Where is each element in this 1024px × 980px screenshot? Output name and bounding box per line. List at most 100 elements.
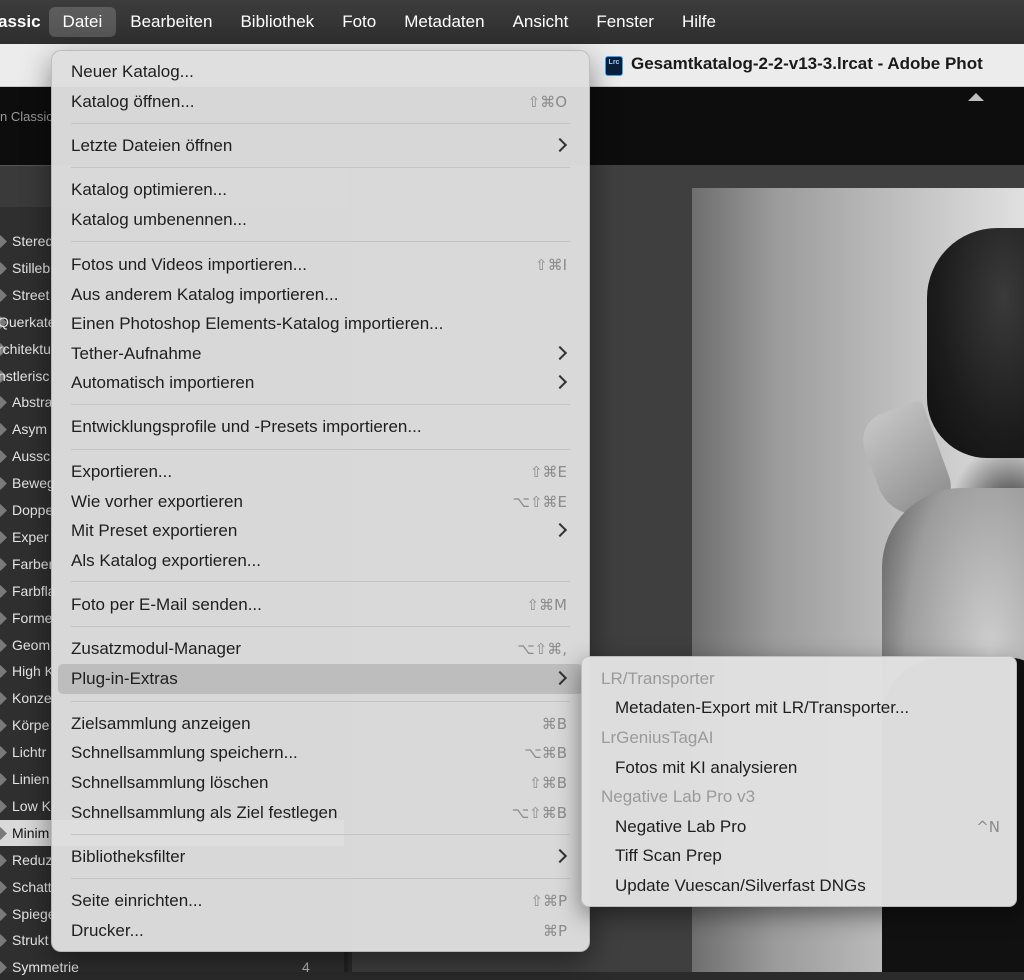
- menu-item-label: Entwicklungsprofile und -Presets importi…: [71, 417, 422, 436]
- menu-item-label: Schnellsammlung löschen: [71, 773, 269, 792]
- menu-item-seite-einrichten[interactable]: Seite einrichten... ⇧⌘P: [58, 886, 583, 916]
- menu-item-letzte-dateien-oeffnen[interactable]: Letzte Dateien öffnen: [58, 131, 583, 161]
- menu-item-plug-in-extras[interactable]: Plug-in-Extras: [58, 664, 583, 694]
- menu-item-label: Foto per E-Mail senden...: [71, 595, 262, 614]
- collection-label: Asym: [12, 421, 47, 437]
- collection-icon: [0, 827, 7, 840]
- menu-item-exportieren[interactable]: Exportieren... ⇧⌘E: [58, 457, 583, 487]
- collapse-top-panel-icon[interactable]: [968, 93, 984, 101]
- brand-text: n Classic: [0, 109, 53, 124]
- collection-label: Linien: [12, 771, 50, 787]
- menu-item-label: Aus anderem Katalog importieren...: [71, 285, 339, 304]
- chevron-right-icon: [552, 374, 568, 390]
- chevron-right-icon: [552, 848, 568, 864]
- collection-icon: [0, 289, 7, 302]
- submenu-section-header: LrGeniusTagAI: [582, 723, 1016, 753]
- collection-label: Konze: [12, 690, 52, 706]
- menu-hilfe[interactable]: Hilfe: [668, 7, 730, 37]
- menu-item-aus-anderem-katalog-importieren[interactable]: Aus anderem Katalog importieren...: [58, 280, 583, 310]
- collection-icon: [0, 262, 7, 275]
- menu-item-label: Mit Preset exportieren: [71, 521, 238, 540]
- collection-label: Reduz: [12, 852, 53, 868]
- menu-item-foto-per-email-senden[interactable]: Foto per E-Mail senden... ⇧⌘M: [58, 590, 583, 620]
- submenu-item[interactable]: Fotos mit KI analysieren: [582, 753, 1016, 783]
- collection-icon: [0, 934, 7, 947]
- collection-icon: [0, 773, 7, 786]
- menu-item-schnellsammlung-speichern[interactable]: Schnellsammlung speichern... ⌥⌘B: [58, 738, 583, 768]
- collection-item[interactable]: Symmetrie 4: [0, 954, 344, 980]
- collection-label: Exper: [12, 529, 49, 545]
- submenu-item[interactable]: Negative Lab Pro ^N: [582, 812, 1016, 842]
- menu-item-zusatzmodul-manager[interactable]: Zusatzmodul-Manager ⌥⇧⌘,: [58, 634, 583, 664]
- collection-icon: [0, 235, 7, 248]
- menu-item-automatisch-importieren[interactable]: Automatisch importieren: [58, 368, 583, 398]
- menu-bearbeiten[interactable]: Bearbeiten: [116, 7, 226, 37]
- collection-icon: [0, 558, 7, 571]
- lightroom-classic-icon: Lrc: [605, 56, 623, 76]
- keyboard-shortcut: ⇧⌘B: [529, 774, 567, 792]
- collection-label: Abstra: [12, 394, 53, 410]
- keyboard-shortcut: ⇧⌘M: [526, 596, 567, 614]
- menu-item-mit-preset-exportieren[interactable]: Mit Preset exportieren: [58, 516, 583, 546]
- window-title: Gesamtkatalog-2-2-v13-3.lrcat - Adobe Ph…: [631, 54, 983, 73]
- submenu-item[interactable]: Update Vuescan/Silverfast DNGs: [582, 871, 1016, 901]
- menu-item-schnellsammlung-als-ziel-festlegen[interactable]: Schnellsammlung als Ziel festlegen ⌥⇧⌘B: [58, 798, 583, 828]
- collection-label: rchitektu: [0, 341, 51, 357]
- keyboard-shortcut: ⌥⇧⌘B: [511, 804, 567, 822]
- collection-icon: [0, 854, 7, 867]
- submenu-item-label: Fotos mit KI analysieren: [615, 758, 798, 777]
- menu-metadaten[interactable]: Metadaten: [390, 7, 498, 37]
- collection-icon: [0, 881, 7, 894]
- menu-item-als-katalog-exportieren[interactable]: Als Katalog exportieren...: [58, 546, 583, 576]
- submenu-item-label: LR/Transporter: [601, 669, 715, 688]
- collection-label: Symmetrie: [12, 959, 79, 975]
- menu-ansicht[interactable]: Ansicht: [499, 7, 583, 37]
- menu-fenster[interactable]: Fenster: [582, 7, 668, 37]
- menu-item-schnellsammlung-loeschen[interactable]: Schnellsammlung löschen ⇧⌘B: [58, 768, 583, 798]
- menu-item-katalog-optimieren[interactable]: Katalog optimieren...: [58, 175, 583, 205]
- collection-icon: [0, 719, 7, 732]
- menu-bibliothek[interactable]: Bibliothek: [226, 7, 328, 37]
- collection-label: Strukt: [12, 932, 49, 948]
- keyboard-shortcut: ⇧⌘E: [529, 463, 567, 481]
- collection-icon: [0, 665, 7, 678]
- submenu-item-label: Negative Lab Pro: [615, 817, 747, 836]
- collection-label: Querkate: [0, 314, 56, 330]
- photo-detail-hair: [927, 228, 1024, 458]
- chevron-right-icon: [552, 522, 568, 538]
- collection-icon: [0, 423, 7, 436]
- menu-item-photoshop-elements-katalog-importieren[interactable]: Einen Photoshop Elements-Katalog importi…: [58, 309, 583, 339]
- menu-foto[interactable]: Foto: [328, 7, 390, 37]
- menu-item-katalog-umbenennen[interactable]: Katalog umbenennen...: [58, 205, 583, 235]
- collection-icon: [0, 746, 7, 759]
- menu-separator: [71, 404, 570, 405]
- menu-item-zielsammlung-anzeigen[interactable]: Zielsammlung anzeigen ⌘B: [58, 709, 583, 739]
- collection-label: Doppe: [12, 502, 54, 518]
- collection-icon: [0, 504, 7, 517]
- submenu-item[interactable]: Metadaten-Export mit LR/Transporter...: [582, 693, 1016, 723]
- collection-label: Stered: [12, 233, 54, 249]
- menu-item-drucker[interactable]: Drucker... ⌘P: [58, 916, 583, 946]
- keyboard-shortcut: ⇧⌘I: [535, 256, 567, 274]
- menu-separator: [71, 167, 570, 168]
- menu-item-wie-vorher-exportieren[interactable]: Wie vorher exportieren ⌥⇧⌘E: [58, 487, 583, 517]
- menu-item-label: Fotos und Videos importieren...: [71, 255, 307, 274]
- app-name[interactable]: assic: [0, 12, 49, 32]
- menu-item-fotos-videos-importieren[interactable]: Fotos und Videos importieren... ⇧⌘I: [58, 250, 583, 280]
- menu-item-entwicklungsprofile-presets-importieren[interactable]: Entwicklungsprofile und -Presets importi…: [58, 412, 583, 442]
- keyboard-shortcut: ⌥⌘B: [524, 744, 567, 762]
- chevron-right-icon: [552, 345, 568, 361]
- keyboard-shortcut: ⇧⌘P: [530, 892, 567, 910]
- menu-item-katalog-oeffnen[interactable]: Katalog öffnen... ⇧⌘O: [58, 87, 583, 117]
- menu-item-tether-aufnahme[interactable]: Tether-Aufnahme: [58, 339, 583, 369]
- menu-datei[interactable]: Datei: [48, 7, 117, 37]
- menu-item-neuer-katalog[interactable]: Neuer Katalog...: [58, 57, 583, 87]
- menu-item-label: Letzte Dateien öffnen: [71, 136, 233, 155]
- menu-separator: [71, 123, 570, 124]
- menu-item-bibliotheksfilter[interactable]: Bibliotheksfilter: [58, 842, 583, 872]
- collection-icon: [0, 800, 7, 813]
- collection-icon: [0, 908, 7, 921]
- submenu-item[interactable]: Tiff Scan Prep: [582, 841, 1016, 871]
- keyboard-shortcut: ⌥⇧⌘E: [512, 493, 567, 511]
- menu-separator: [71, 626, 570, 627]
